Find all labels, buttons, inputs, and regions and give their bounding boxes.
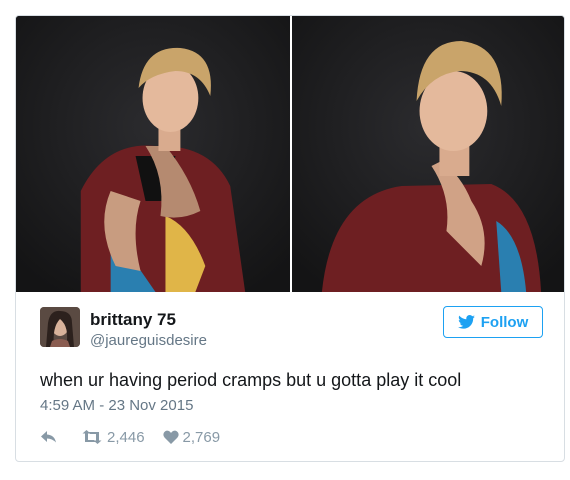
tweet-text: when ur having period cramps but u gotta… xyxy=(40,370,462,390)
user-handle[interactable]: @jaureguisdesire xyxy=(90,332,207,349)
tweet-card: brittany 75 @jaureguisdesire Follow when… xyxy=(15,15,565,462)
tweet-timestamp[interactable]: 4:59 AM - 23 Nov 2015 xyxy=(40,397,193,414)
follow-button-label: Follow xyxy=(480,313,529,331)
reply-arrow-icon xyxy=(41,431,56,443)
display-name[interactable]: brittany 75 xyxy=(90,310,176,330)
retweet-icon xyxy=(82,430,102,444)
retweet-button[interactable]: 2,446 xyxy=(81,429,145,446)
heart-icon xyxy=(162,430,179,444)
tweet-photo-right[interactable] xyxy=(292,16,564,292)
retweet-count: 2,446 xyxy=(107,428,145,446)
twitter-bird-icon xyxy=(457,315,475,329)
avatar[interactable] xyxy=(40,307,80,347)
follow-button[interactable]: Follow xyxy=(443,306,543,338)
tweet-photo-left[interactable] xyxy=(16,16,290,292)
tweet-actions: 2,446 2,769 xyxy=(40,426,220,448)
like-button[interactable]: 2,769 xyxy=(162,428,221,446)
tweet-media[interactable] xyxy=(16,16,564,292)
reply-button[interactable] xyxy=(40,430,57,444)
like-count: 2,769 xyxy=(182,428,221,446)
